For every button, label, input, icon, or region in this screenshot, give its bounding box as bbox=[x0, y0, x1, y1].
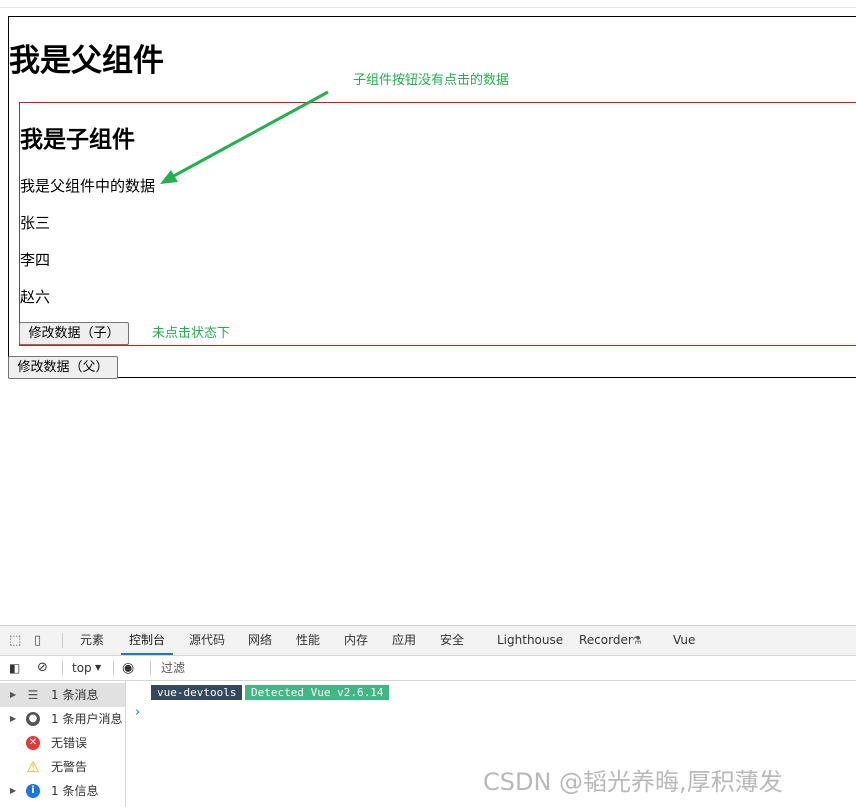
tab-sources[interactable]: 源代码 bbox=[189, 626, 225, 655]
clear-console-icon[interactable]: ⊘ bbox=[37, 656, 48, 680]
error-icon: ✕ bbox=[26, 736, 40, 750]
tab-elements[interactable]: 元素 bbox=[80, 626, 104, 655]
warning-icon: ⚠ bbox=[26, 758, 40, 776]
list-icon: ☰ bbox=[27, 688, 39, 702]
vue-devtools-badge: vue-devtools bbox=[151, 685, 243, 700]
info-icon: i bbox=[26, 784, 40, 798]
sidebar-toggle-icon[interactable]: ◧ bbox=[9, 656, 20, 680]
sidebar-item-errors[interactable]: ✕ 无错误 bbox=[0, 731, 125, 755]
detected-vue-badge: Detected Vue v2.6.14 bbox=[245, 685, 390, 700]
tab-network[interactable]: 网络 bbox=[248, 626, 272, 655]
chevron-down-icon[interactable]: ▼ bbox=[95, 656, 101, 680]
tab-recorder[interactable]: Recorder bbox=[579, 626, 633, 655]
device-toolbar-icon[interactable]: ▯ bbox=[34, 626, 41, 655]
tab-vue[interactable]: Vue bbox=[673, 626, 695, 655]
tab-console[interactable]: 控制台 bbox=[120, 626, 174, 655]
sidebar-item-label: 1 条用户消息 bbox=[51, 712, 123, 726]
sidebar-item-label: 无错误 bbox=[51, 736, 88, 750]
console-prompt-icon[interactable]: › bbox=[135, 705, 140, 720]
toolbar-divider bbox=[62, 661, 63, 675]
sidebar-item-messages[interactable]: ▶ ☰ 1 条消息 bbox=[0, 683, 125, 707]
user-icon: ● bbox=[26, 712, 40, 726]
sidebar-item-label: 1 条信息 bbox=[51, 784, 99, 798]
sidebar-item-label: 1 条消息 bbox=[51, 688, 99, 702]
eye-icon[interactable]: ◉ bbox=[122, 656, 134, 680]
expand-arrow-icon[interactable]: ▶ bbox=[10, 683, 16, 707]
tab-lighthouse[interactable]: Lighthouse bbox=[497, 626, 563, 655]
sidebar-item-user-messages[interactable]: ▶ ● 1 条用户消息 bbox=[0, 707, 125, 731]
watermark: CSDN @韬光养晦,厚积薄发 bbox=[483, 768, 783, 796]
expand-arrow-icon[interactable]: ▶ bbox=[10, 779, 16, 803]
toolbar-divider bbox=[150, 661, 151, 675]
toolbar-divider bbox=[113, 661, 114, 675]
sidebar-item-warnings[interactable]: ⚠ 无警告 bbox=[0, 755, 125, 779]
tab-security[interactable]: 安全 bbox=[440, 626, 464, 655]
expand-arrow-icon[interactable]: ▶ bbox=[10, 707, 16, 731]
inspect-icon[interactable]: ⬚ bbox=[9, 626, 21, 655]
tab-memory[interactable]: 内存 bbox=[344, 626, 368, 655]
context-select[interactable]: top bbox=[72, 656, 92, 680]
tab-performance[interactable]: 性能 bbox=[296, 626, 320, 655]
sidebar-item-label: 无警告 bbox=[51, 760, 88, 774]
console-sidebar: ▶ ☰ 1 条消息 ▶ ● 1 条用户消息 ✕ 无错误 ⚠ 无警告 ▶ i 1 … bbox=[0, 681, 126, 807]
tab-application[interactable]: 应用 bbox=[392, 626, 416, 655]
sidebar-item-info[interactable]: ▶ i 1 条信息 bbox=[0, 779, 125, 803]
devtools-tab-bar: ⬚ ▯ 元素 控制台 源代码 网络 性能 内存 应用 安全 Lighthouse… bbox=[0, 626, 856, 656]
filter-input[interactable]: 过滤 bbox=[161, 656, 185, 680]
flask-icon: ⚗ bbox=[632, 634, 642, 647]
console-toolbar: ◧ ⊘ top ▼ ◉ 过滤 bbox=[0, 656, 856, 681]
tab-divider bbox=[62, 633, 63, 648]
